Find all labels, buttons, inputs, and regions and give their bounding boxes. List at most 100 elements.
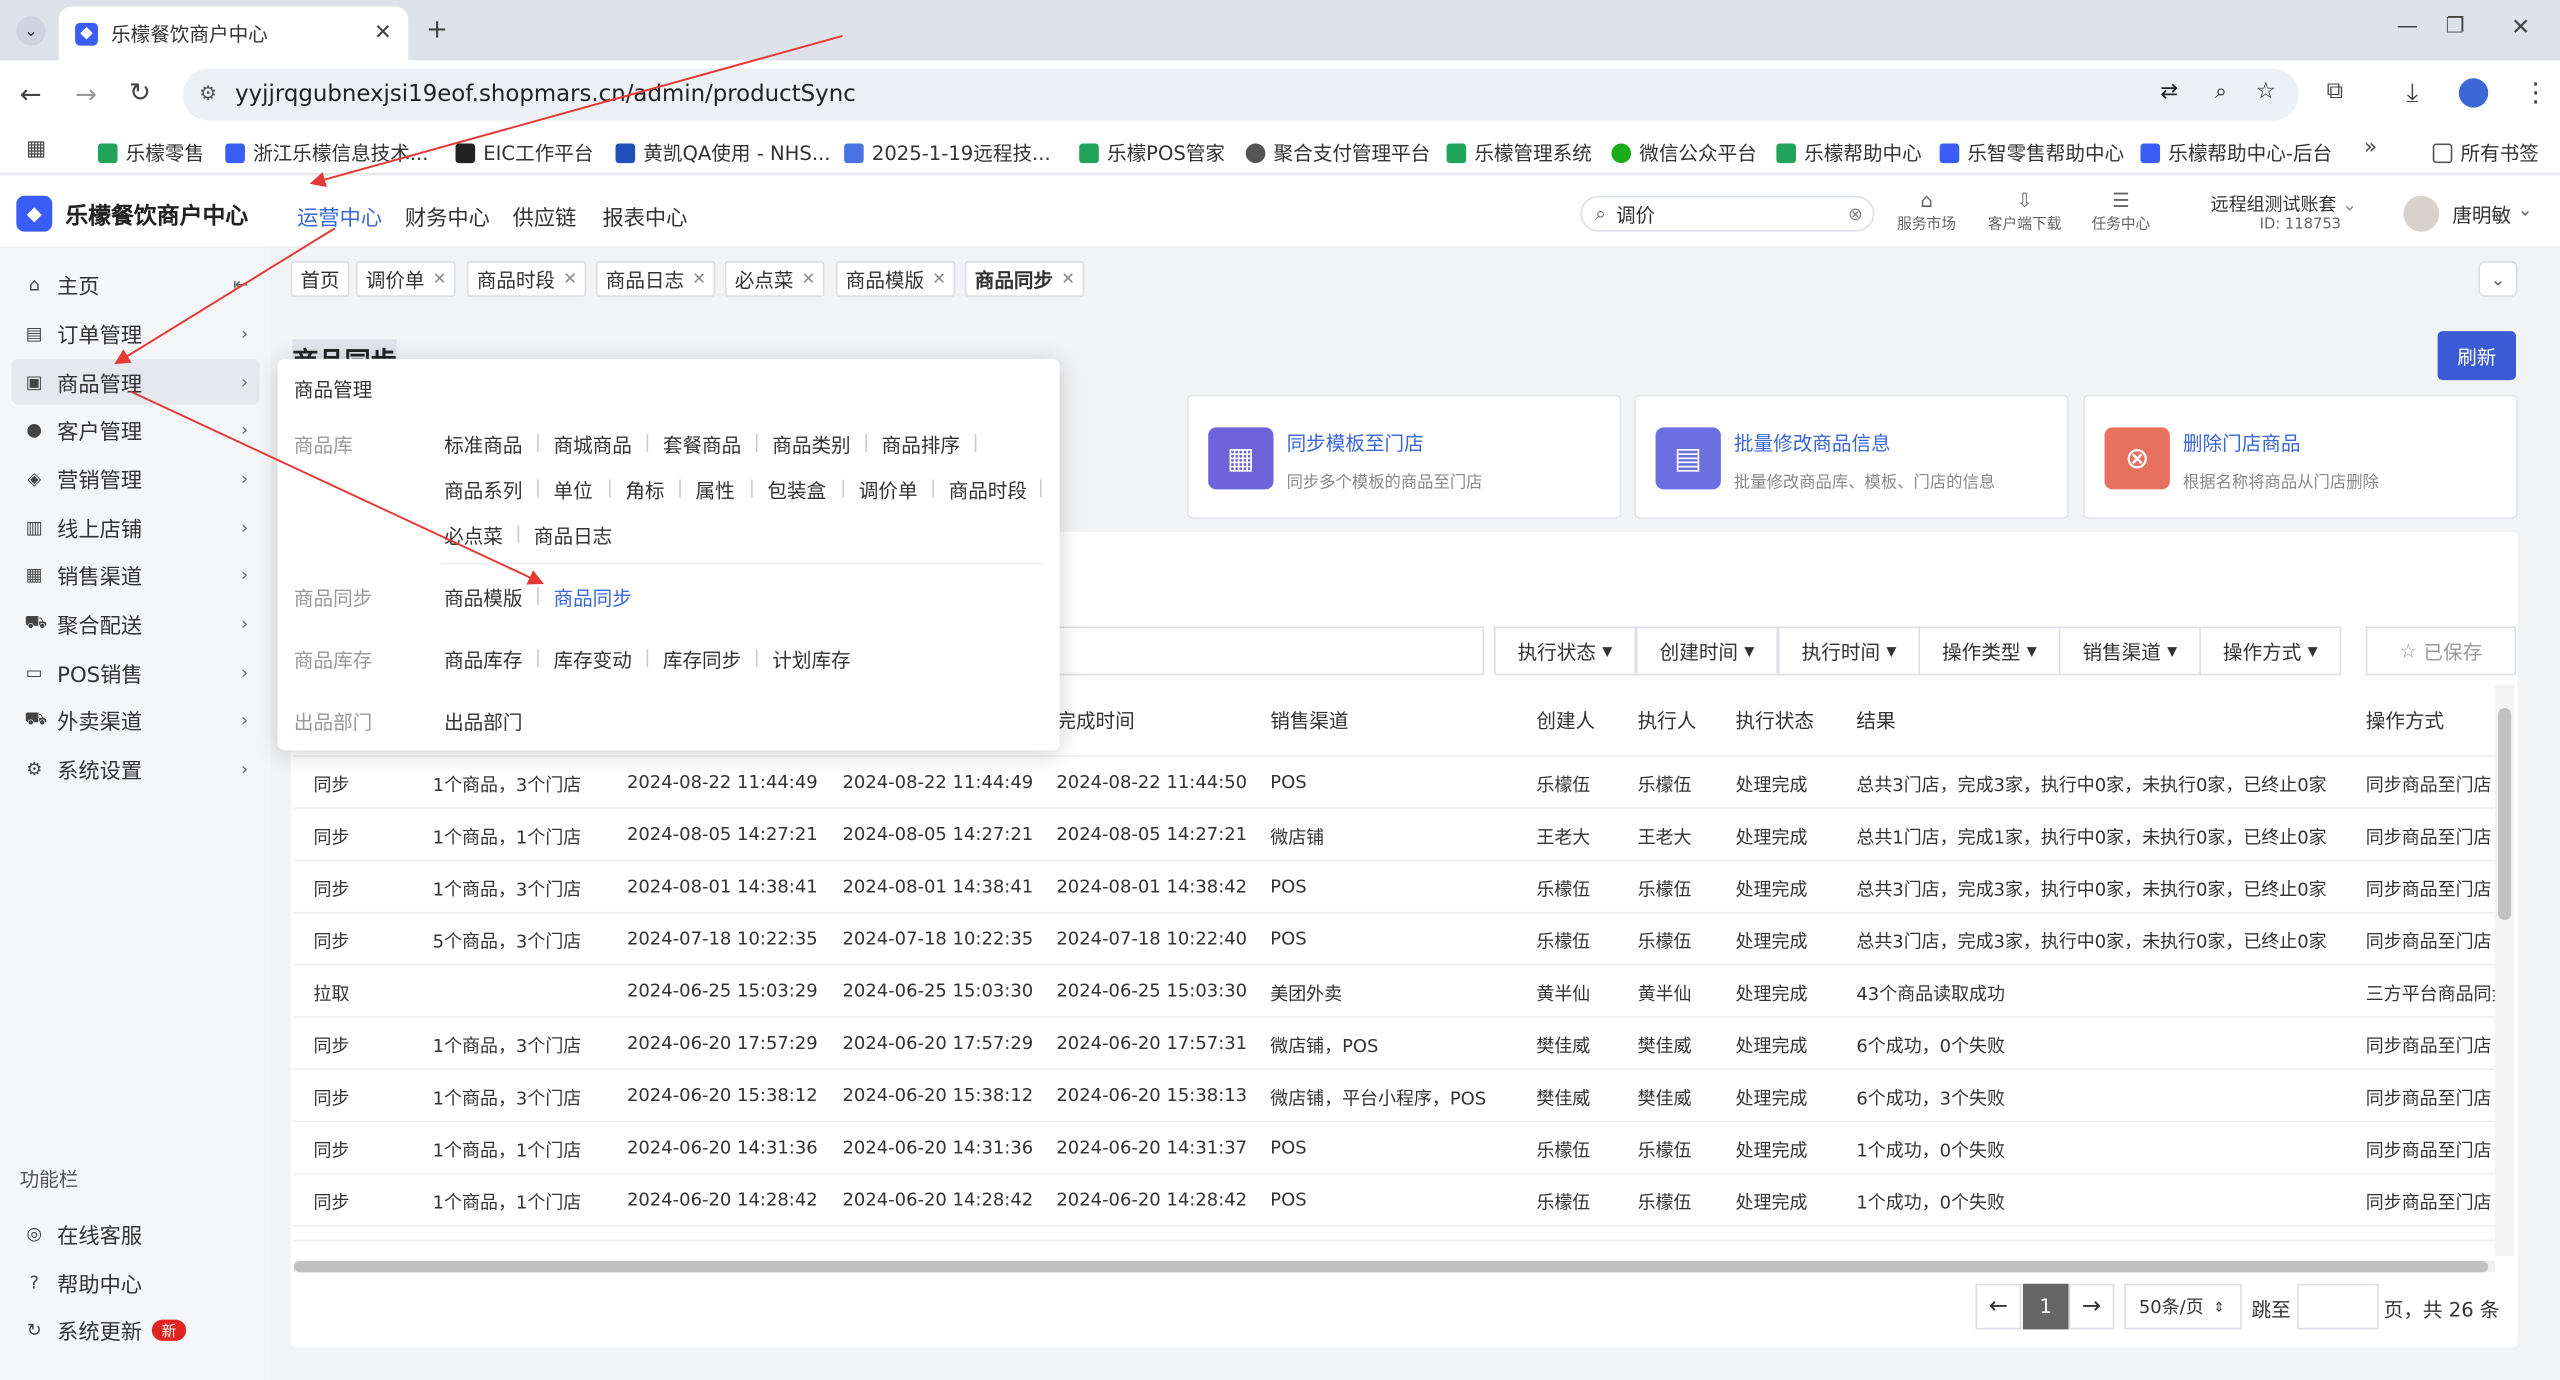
prev-page-icon[interactable]: ← <box>1975 1283 2022 1330</box>
tag-must-order[interactable]: 必点菜 ✕ <box>724 260 826 297</box>
jump-input[interactable] <box>2297 1283 2379 1330</box>
tab-search-icon[interactable]: ⌄ <box>16 16 46 46</box>
menu-standard-product[interactable]: 标准商品 <box>444 431 522 459</box>
filter-operation-type[interactable]: 操作类型 ▼ <box>1918 626 2061 676</box>
tags-more-icon[interactable]: ⌄ <box>2478 260 2518 297</box>
menu-output-dept[interactable]: 出品部门 <box>444 708 522 736</box>
table-row[interactable]: 拉取 2024-06-25 15:03:29 2024-06-25 15:03:30… <box>293 965 2495 1018</box>
tag-product-template[interactable]: 商品模版 ✕ <box>835 260 956 297</box>
page-size-select[interactable]: 50条/页 ⇕ <box>2124 1283 2242 1330</box>
table-row[interactable]: 同步 1个商品，3个门店 2024-06-20 17:57:29 2024-06-20… <box>293 1017 2495 1071</box>
menu-product-stock[interactable]: 商品库存 <box>444 646 522 674</box>
table-row[interactable]: 同步 1个商品，1个门店 2024-08-05 14:27:21 2024-08-05… <box>293 809 2495 862</box>
tag-product-sync[interactable]: 商品同步 ✕ <box>964 260 1085 297</box>
close-icon[interactable]: ✕ <box>692 270 706 288</box>
filter-exec-time[interactable]: 执行时间 ▼ <box>1778 626 1921 676</box>
menu-must-order[interactable]: 必点菜 <box>444 522 503 550</box>
sidebar-item-takeout[interactable]: ⛟ 外卖渠道 › <box>11 697 259 743</box>
tag-product-log[interactable]: 商品日志 ✕ <box>595 260 716 297</box>
menu-product-log[interactable]: 商品日志 <box>534 522 612 550</box>
menu-stock-change[interactable]: 库存变动 <box>553 646 631 674</box>
online-service-link[interactable]: ◎ 在线客服 <box>11 1210 259 1256</box>
apps-grid-icon[interactable]: ▦ <box>26 139 46 160</box>
menu-dots-icon[interactable]: ⋮ <box>2523 79 2549 106</box>
sync-template-card[interactable]: ▦ 同步模板至门店 同步多个模板的商品至门店 <box>1186 394 1622 519</box>
table-row[interactable]: 同步 1个商品，3个门店 2024-08-01 14:38:41 2024-08-01… <box>293 861 2495 914</box>
table-row[interactable]: 同步1个商品，1个门店2024-06-20 14:24:522024-06-20… <box>293 1226 2495 1242</box>
table-row[interactable]: 同步 1个商品，1个门店 2024-06-20 14:28:42 2024-06-20… <box>293 1174 2495 1227</box>
browser-tab[interactable]: ◆ 乐檬餐饮商户中心 ✕ <box>58 6 409 61</box>
menu-product-period[interactable]: 商品时段 <box>949 476 1027 504</box>
next-page-icon[interactable]: → <box>2068 1283 2115 1330</box>
delete-store-product-card[interactable]: ⊗ 删除门店商品 根据名称将商品从门店删除 <box>2083 394 2518 519</box>
all-bookmarks[interactable]: 所有书签 <box>2432 139 2539 167</box>
forward-icon[interactable]: → <box>75 81 97 108</box>
nav-supply-chain[interactable]: 供应链 <box>513 201 577 231</box>
menu-product-series[interactable]: 商品系列 <box>444 476 522 504</box>
bookmark-item[interactable]: 2025-1-19远程技... <box>844 139 1051 167</box>
menu-product-sort[interactable]: 商品排序 <box>882 431 960 459</box>
bookmark-item[interactable]: 乐智零售帮助中心 <box>1939 139 2124 167</box>
menu-attribute[interactable]: 属性 <box>696 476 735 504</box>
task-center-button[interactable]: ☰ 任务中心 <box>2087 189 2156 233</box>
sidebar-item-delivery[interactable]: ⛟ 聚合配送 › <box>11 600 259 646</box>
menu-mall-product[interactable]: 商城商品 <box>553 431 631 459</box>
menu-product-category[interactable]: 商品类别 <box>772 431 850 459</box>
zoom-icon[interactable]: ⌕ <box>2215 80 2227 104</box>
close-icon[interactable]: ✕ <box>374 21 392 45</box>
clear-icon[interactable]: ⊗ <box>1848 203 1863 224</box>
close-icon[interactable]: ✕ <box>563 270 577 288</box>
keyword-input[interactable] <box>1012 626 1485 676</box>
user-chevron-icon[interactable]: ⌄ <box>2518 199 2533 220</box>
user-name[interactable]: 唐明敏 <box>2452 201 2511 229</box>
bookmark-item[interactable]: 聚合支付管理平台 <box>1245 139 1430 167</box>
menu-badge[interactable]: 角标 <box>625 476 664 504</box>
table-row[interactable]: 同步 1个商品，3个门店 2024-08-22 11:44:49 2024-08-22… <box>293 756 2495 810</box>
menu-plan-stock[interactable]: 计划库存 <box>772 646 850 674</box>
bookmark-item[interactable]: 乐檬管理系统 <box>1446 139 1592 167</box>
star-icon[interactable]: ☆ <box>2255 78 2276 104</box>
menu-unit[interactable]: 单位 <box>553 476 592 504</box>
bookmark-item[interactable]: 乐檬零售 <box>97 139 204 167</box>
menu-product-sync[interactable]: 商品同步 <box>553 584 631 612</box>
restore-icon[interactable]: ❐ <box>2446 16 2465 37</box>
menu-price-adjust[interactable]: 调价单 <box>859 476 918 504</box>
scroll-thumb[interactable] <box>2498 707 2512 920</box>
tag-price-adjust[interactable]: 调价单 ✕ <box>355 260 457 297</box>
profile-avatar-icon[interactable] <box>2458 78 2489 108</box>
refresh-button[interactable]: 刷新 <box>2437 331 2516 381</box>
new-tab-icon[interactable]: + <box>426 15 448 42</box>
bookmark-item[interactable]: 乐檬帮助中心-后台 <box>2140 139 2332 167</box>
table-row[interactable]: 同步 1个商品，3个门店 2024-06-20 15:38:12 2024-06-20… <box>293 1070 2495 1123</box>
saved-button[interactable]: ☆ 已保存 <box>2365 626 2516 676</box>
bookmark-item[interactable]: 黄凯QA使用 - NHS... <box>615 139 831 167</box>
sidebar-item-orders[interactable]: ▤ 订单管理 › <box>11 310 259 356</box>
minimize-icon[interactable]: — <box>2397 16 2418 37</box>
extensions-icon[interactable]: ⧉ <box>2327 80 2343 103</box>
filter-operation-mode[interactable]: 操作方式 ▼ <box>2199 626 2342 676</box>
batch-edit-card[interactable]: ▤ 批量修改商品信息 批量修改商品库、模板、门店的信息 <box>1634 394 2069 519</box>
site-info-icon[interactable]: ⚙ <box>199 82 217 105</box>
account-switcher[interactable]: 远程组测试账套 ⌄ ID: 118753 <box>2211 191 2357 233</box>
sidebar-item-home[interactable]: ⌂ 主页 ⇤ <box>11 261 259 307</box>
horizontal-scrollbar[interactable] <box>293 1260 2495 1273</box>
translate-icon[interactable]: ⇄ <box>2160 80 2178 104</box>
close-icon[interactable]: ✕ <box>932 270 946 288</box>
filter-create-time[interactable]: 创建时间 ▼ <box>1635 626 1779 676</box>
window-close-icon[interactable]: ✕ <box>2511 16 2530 39</box>
reload-icon[interactable]: ↻ <box>129 79 151 106</box>
bookmark-item[interactable]: 微信公众平台 <box>1611 139 1757 167</box>
close-icon[interactable]: ✕ <box>433 270 447 288</box>
search-input[interactable]: ⌕ 调价 ⊗ <box>1580 195 1875 232</box>
bookmark-item[interactable]: 浙江乐檬信息技术... <box>225 139 429 167</box>
download-icon[interactable]: ⤓ <box>2407 79 2419 106</box>
bookmark-item[interactable]: 乐檬POS管家 <box>1079 139 1225 167</box>
more-bookmarks-icon[interactable]: » <box>2364 137 2377 158</box>
menu-product-template[interactable]: 商品模版 <box>444 584 522 612</box>
collapse-icon[interactable]: ⇤ <box>233 273 248 294</box>
avatar[interactable] <box>2403 195 2440 232</box>
sidebar-item-settings[interactable]: ⚙ 系统设置 › <box>11 745 259 791</box>
nav-reports[interactable]: 报表中心 <box>602 201 687 231</box>
back-icon[interactable]: ← <box>20 81 42 108</box>
nav-finance[interactable]: 财务中心 <box>405 201 490 231</box>
